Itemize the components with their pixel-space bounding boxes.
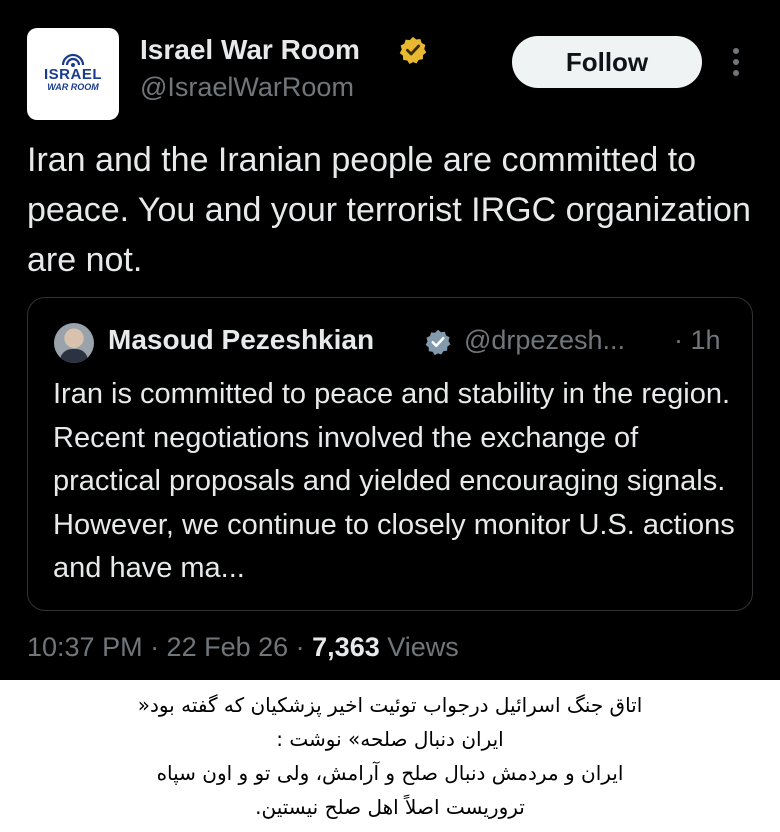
avatar-logo-line1: ISRAEL xyxy=(43,65,102,83)
quote-author-avatar[interactable] xyxy=(54,323,94,363)
more-dot xyxy=(733,48,739,54)
avatar-logo-line2: WAR ROOM xyxy=(47,81,99,92)
author-avatar[interactable]: ISRAEL WAR ROOM xyxy=(27,28,119,120)
caption-line: تروریست اصلاً اهل صلح نیستین. xyxy=(255,795,525,819)
quote-author-name[interactable]: Masoud Pezeshkian xyxy=(108,324,374,356)
quote-author-handle[interactable]: @drpezesh... xyxy=(464,325,625,356)
gold-verified-badge-icon xyxy=(399,36,427,64)
tweet-card: ISRAEL WAR ROOM Israel War Room @IsraelW… xyxy=(0,0,780,680)
quote-text: Iran is committed to peace and stability… xyxy=(53,378,735,584)
quoted-tweet[interactable]: Masoud Pezeshkian @drpezesh... · 1h Iran… xyxy=(27,297,753,611)
avatar-suit xyxy=(60,349,88,363)
follow-button[interactable]: Follow xyxy=(512,36,702,88)
author-handle[interactable]: @IsraelWarRoom xyxy=(140,72,354,103)
tweet-meta: 10:37 PM · 22 Feb 26 · 7,363 Views xyxy=(27,632,459,663)
more-vertical-icon[interactable] xyxy=(728,44,744,80)
signal-icon xyxy=(61,53,85,67)
quote-timestamp[interactable]: · 1h xyxy=(674,325,721,356)
more-dot xyxy=(733,59,739,65)
author-display-name[interactable]: Israel War Room xyxy=(140,34,360,66)
persian-caption: اتاق جنگ اسرائیل درجواب توئیت اخیر پزشکی… xyxy=(0,680,780,832)
views-count: 7,363 xyxy=(312,632,380,662)
tweet-text: Iran and the Iranian people are committe… xyxy=(27,141,751,279)
caption-line: ایران دنبال صلحه» نوشت : xyxy=(276,727,504,751)
caption-line: اتاق جنگ اسرائیل درجواب توئیت اخیر پزشکی… xyxy=(137,693,643,717)
views-label: Views xyxy=(379,632,459,662)
tweet-time-date[interactable]: 10:37 PM · 22 Feb 26 · xyxy=(27,632,312,662)
more-dot xyxy=(733,70,739,76)
grey-verified-badge-icon xyxy=(425,329,451,356)
caption-line: ایران و مردمش دنبال صلح و آرامش، ولی تو … xyxy=(156,761,624,785)
